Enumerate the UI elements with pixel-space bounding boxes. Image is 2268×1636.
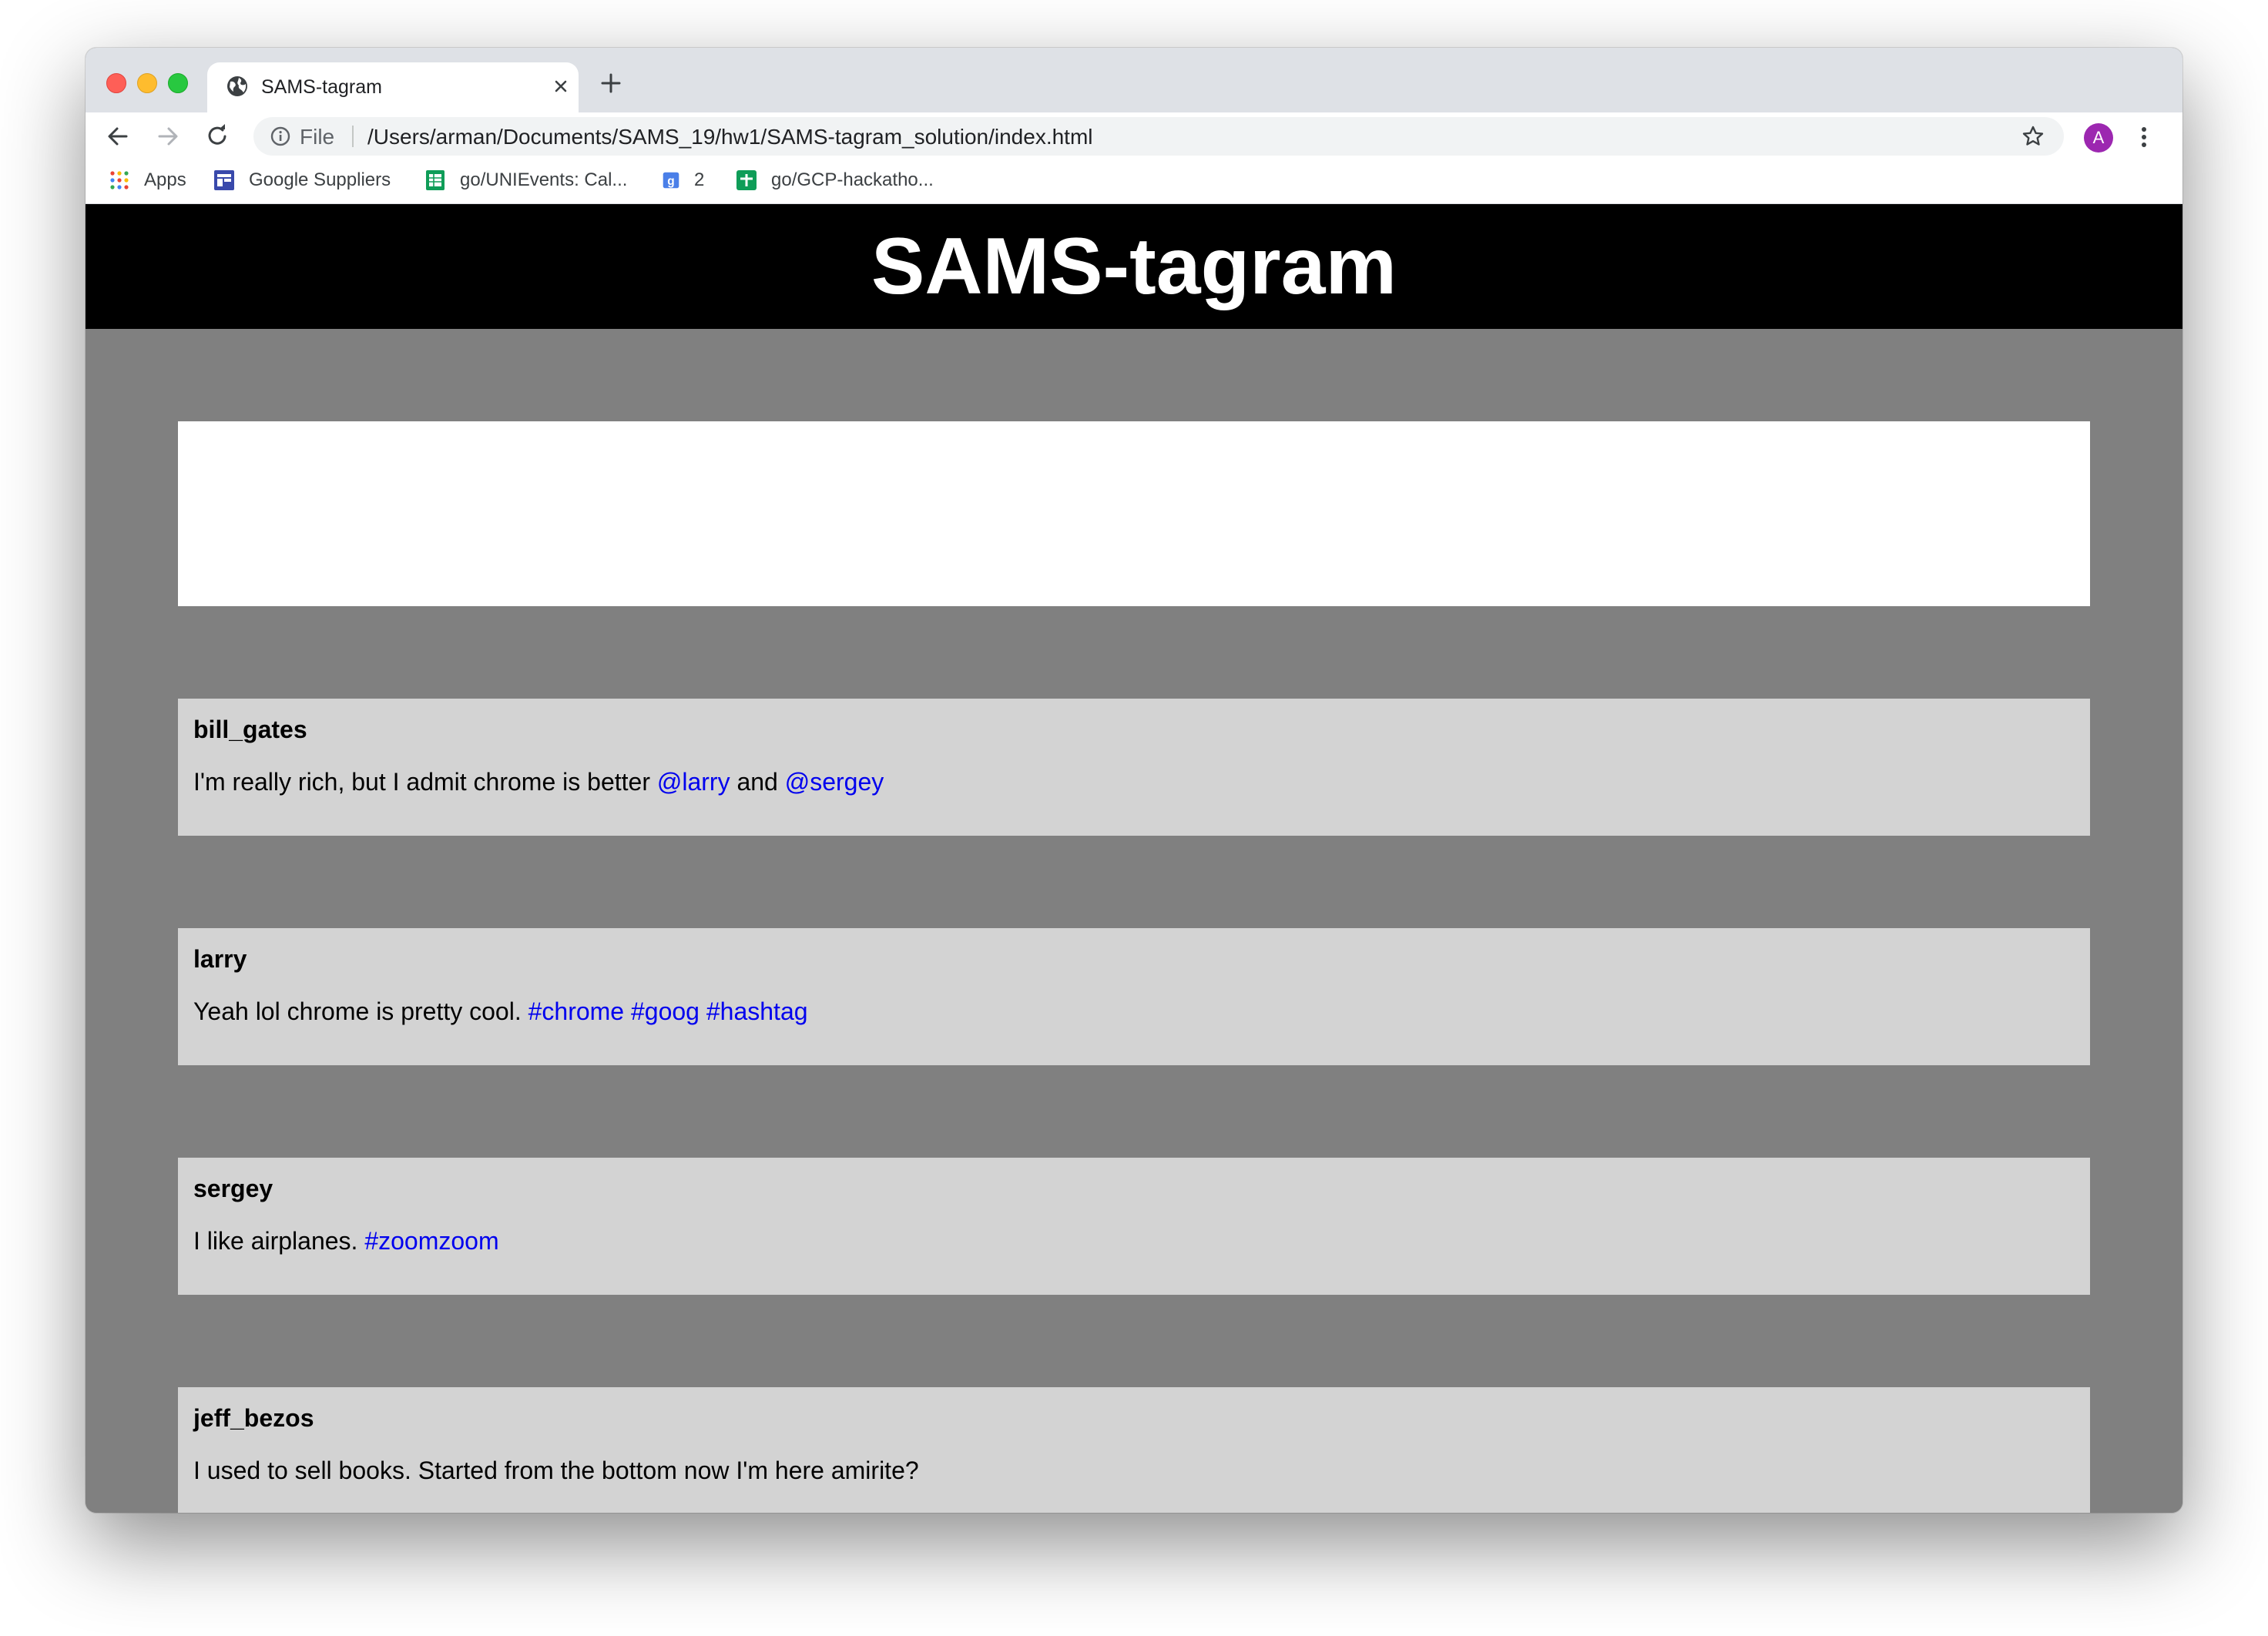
browser-toolbar: File /Users/arman/Documents/SAMS_19/hw1/…: [86, 112, 2182, 160]
globe-icon: [227, 76, 247, 96]
google-doc-icon: g: [663, 172, 679, 189]
bookmark-label: Google Suppliers: [249, 169, 391, 190]
minimize-window-button[interactable]: [137, 73, 157, 93]
svg-text:g: g: [667, 175, 674, 188]
post-card: bill_gates I'm really rich, but I admit …: [178, 699, 2090, 836]
bookmark-label: go/UNIEvents: Cal...: [460, 169, 628, 190]
hashtag-link[interactable]: #chrome: [528, 997, 625, 1025]
browser-window: SAMS-tagram File /Users/arman/Documents/…: [86, 48, 2182, 1513]
bookmark-label: Apps: [144, 169, 186, 190]
reload-icon[interactable]: [203, 122, 232, 151]
post-body: I used to sell books. Started from the b…: [193, 1457, 919, 1485]
tab-title: SAMS-tagram: [261, 76, 382, 98]
post-text: Yeah lol chrome is pretty cool.: [193, 997, 528, 1025]
bookmark-label: 2: [694, 169, 705, 190]
new-tab-icon[interactable]: [597, 69, 625, 97]
compose-box[interactable]: [178, 421, 2090, 606]
post-body: I like airplanes. #zoomzoom: [193, 1227, 499, 1255]
bookmark-google-suppliers[interactable]: Google Suppliers: [213, 166, 391, 194]
zoom-window-button[interactable]: [168, 73, 188, 93]
profile-avatar[interactable]: A: [2084, 123, 2113, 153]
hashtag-link[interactable]: #hashtag: [706, 997, 808, 1025]
post-text: I'm really rich, but I admit chrome is b…: [193, 768, 657, 796]
post-text: I used to sell books. Started from the b…: [193, 1457, 919, 1484]
page-title: SAMS-tagram: [86, 204, 2182, 329]
url-scheme-label: File: [300, 125, 335, 149]
post-text: I like airplanes.: [193, 1227, 365, 1255]
post-body: I'm really rich, but I admit chrome is b…: [193, 768, 884, 796]
post-username: sergey: [193, 1175, 273, 1202]
more-options-icon[interactable]: [2130, 123, 2158, 151]
sheets-plus-icon: [736, 170, 757, 190]
bookmark-star-icon[interactable]: [2021, 124, 2045, 149]
hashtag-link[interactable]: #goog: [631, 997, 700, 1025]
post-card: sergey I like airplanes. #zoomzoom: [178, 1158, 2090, 1295]
apps-grid-icon: [110, 171, 129, 189]
post-text: [624, 997, 631, 1025]
post-username: larry: [193, 945, 247, 973]
tab-strip: SAMS-tagram: [86, 48, 2182, 112]
post-username: jeff_bezos: [193, 1404, 314, 1432]
url-text[interactable]: /Users/arman/Documents/SAMS_19/hw1/SAMS-…: [367, 125, 1093, 149]
info-icon[interactable]: [270, 126, 290, 146]
bookmark-2[interactable]: g 2: [662, 166, 704, 194]
post-username: bill_gates: [193, 716, 307, 743]
post-body: Yeah lol chrome is pretty cool. #chrome …: [193, 997, 808, 1026]
bookmark-gcp-hackathon[interactable]: go/GCP-hackatho...: [736, 166, 934, 194]
bookmark-apps[interactable]: Apps: [109, 166, 186, 194]
post-text: and: [730, 768, 785, 796]
post-card: jeff_bezos I used to sell books. Started…: [178, 1387, 2090, 1513]
bookmarks-bar: Apps Google Suppliers go/UNIEvents: Cal.…: [86, 160, 2182, 204]
close-window-button[interactable]: [106, 73, 126, 93]
back-arrow-icon[interactable]: [103, 122, 133, 151]
address-separator: [352, 126, 354, 147]
forward-arrow-icon[interactable]: [153, 122, 183, 151]
bookmark-label: go/GCP-hackatho...: [771, 169, 934, 190]
post-text: [700, 997, 706, 1025]
mention-link[interactable]: @larry: [657, 768, 730, 796]
sheets-icon: [426, 170, 445, 190]
mention-link[interactable]: @sergey: [785, 768, 884, 796]
close-tab-icon[interactable]: [549, 75, 572, 98]
tab-sams-tagram[interactable]: SAMS-tagram: [207, 62, 579, 112]
hashtag-link[interactable]: #zoomzoom: [364, 1227, 498, 1255]
post-card: larry Yeah lol chrome is pretty cool. #c…: [178, 928, 2090, 1065]
bookmark-unievents[interactable]: go/UNIEvents: Cal...: [424, 166, 627, 194]
suppliers-icon: [214, 170, 234, 190]
address-bar[interactable]: File /Users/arman/Documents/SAMS_19/hw1/…: [253, 117, 2064, 156]
page-viewport: SAMS-tagram bill_gates I'm really rich, …: [86, 204, 2182, 1513]
